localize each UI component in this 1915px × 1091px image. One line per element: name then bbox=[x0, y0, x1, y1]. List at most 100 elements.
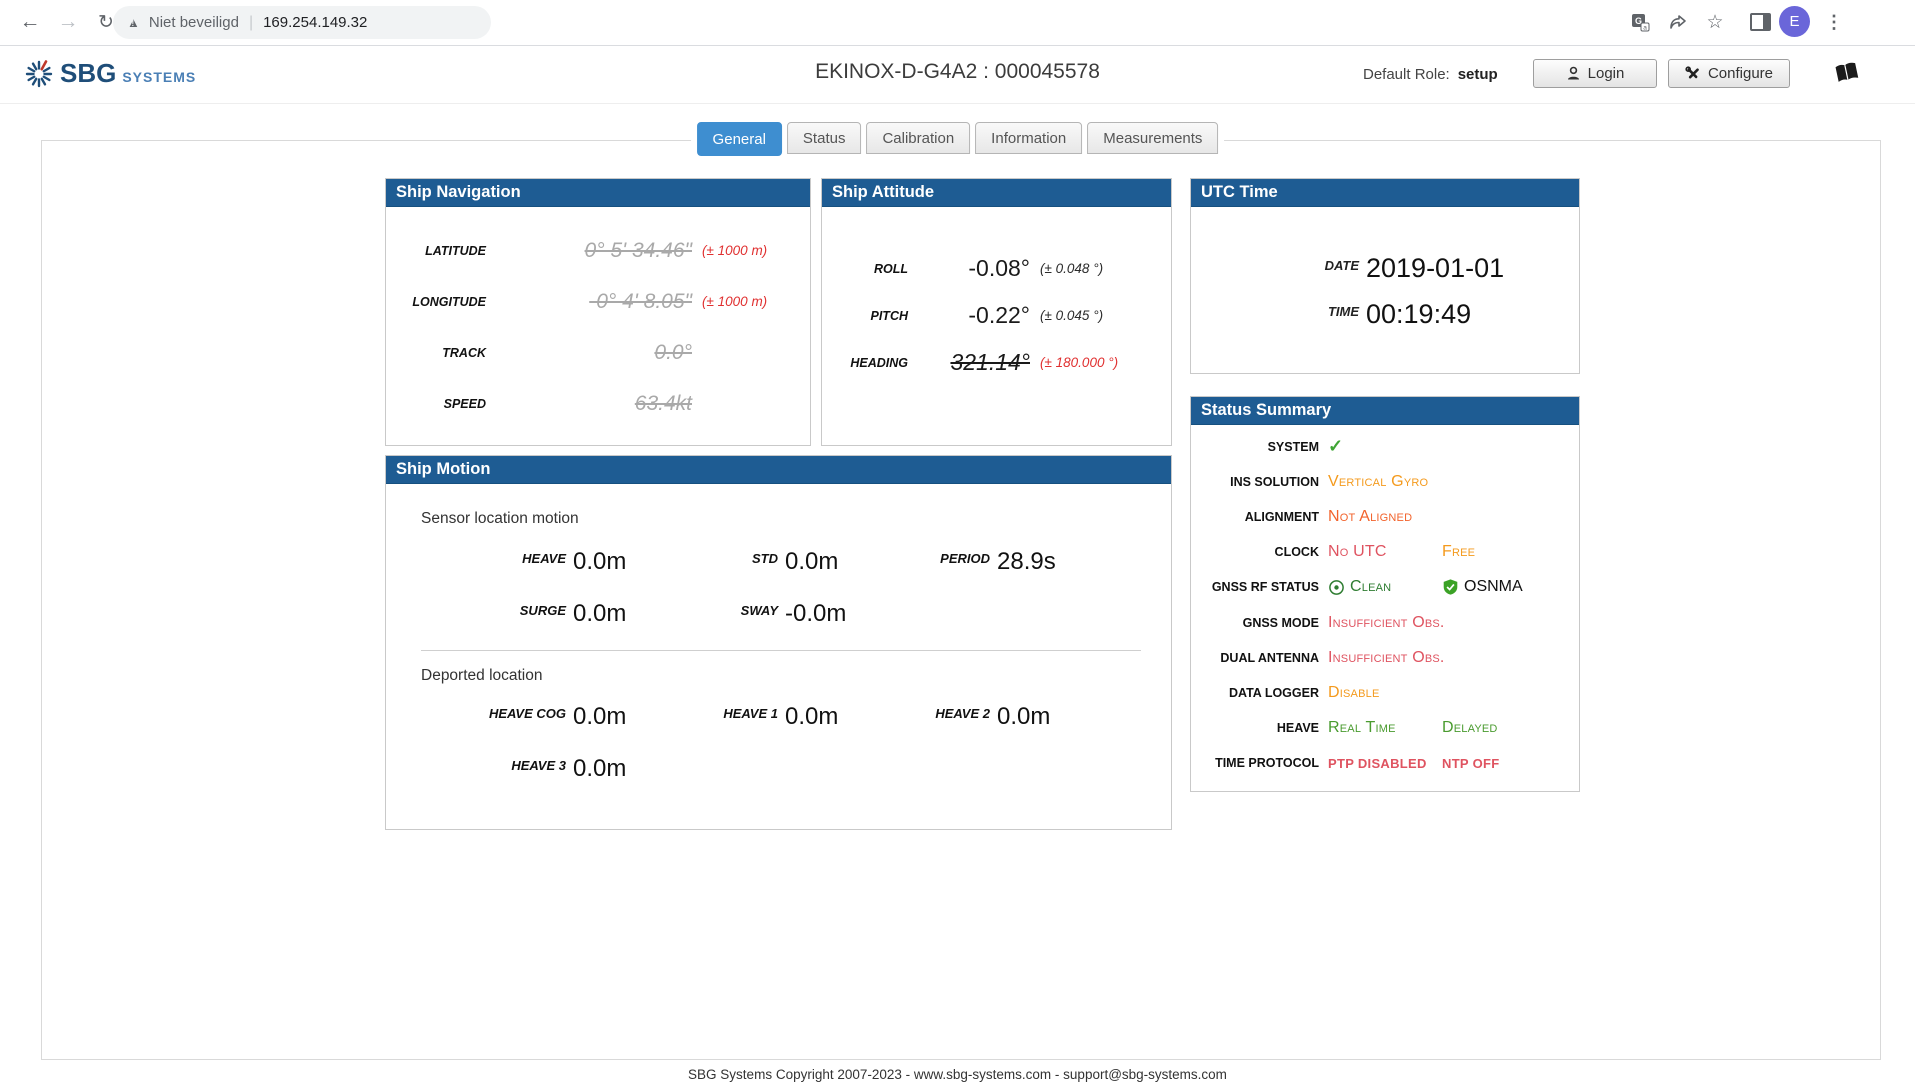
address-url: 169.254.149.32 bbox=[263, 14, 367, 31]
period-value: 28.9s bbox=[997, 548, 1056, 576]
login-button[interactable]: Login bbox=[1533, 59, 1657, 88]
dual-antenna-row: DUAL ANTENNA Insufficient Obs. bbox=[1191, 640, 1579, 675]
translate-icon[interactable]: Ga bbox=[1626, 8, 1654, 36]
clock-label: CLOCK bbox=[1191, 545, 1319, 559]
roll-label: ROLL bbox=[822, 262, 908, 276]
gnss-rf-status-label: GNSS RF STATUS bbox=[1191, 580, 1319, 594]
documentation-book-icon[interactable] bbox=[1830, 56, 1864, 90]
time-protocol-label: TIME PROTOCOL bbox=[1191, 756, 1319, 770]
ship-navigation-panel: Ship Navigation LATITUDE 0° 5' 34.46" (±… bbox=[385, 178, 811, 446]
ins-solution-row: INS SOLUTION Vertical Gyro bbox=[1191, 464, 1579, 499]
gnss-mode-row: GNSS MODE Insufficient Obs. bbox=[1191, 605, 1579, 640]
browser-menu-icon[interactable]: ⋮ bbox=[1820, 8, 1848, 36]
ins-solution-value: Vertical Gyro bbox=[1328, 473, 1428, 491]
longitude-label: LONGITUDE bbox=[386, 295, 486, 309]
date-label: DATE bbox=[1191, 258, 1359, 273]
browser-profile-avatar[interactable]: E bbox=[1779, 6, 1810, 37]
check-icon: ✓ bbox=[1328, 436, 1343, 457]
heave-cell: HEAVE 0.0m bbox=[446, 548, 658, 576]
login-button-label: Login bbox=[1588, 65, 1625, 82]
page: ← → ↻ ▲! Niet beveiligd | 169.254.149.32… bbox=[0, 0, 1915, 1091]
data-logger-value: Disable bbox=[1328, 684, 1379, 702]
gnss-mode-label: GNSS MODE bbox=[1191, 616, 1319, 630]
pitch-accuracy: (± 0.045 °) bbox=[1040, 308, 1103, 323]
speed-value: 63.4kt bbox=[486, 392, 692, 416]
speed-row: SPEED 63.4kt bbox=[386, 378, 810, 429]
heave-2-cell: HEAVE 2 0.0m bbox=[870, 703, 1082, 731]
sway-value: -0.0m bbox=[785, 600, 846, 628]
svg-text:a: a bbox=[1643, 24, 1647, 31]
deported-motion-row-2: HEAVE 3 0.0m bbox=[386, 743, 1171, 795]
back-icon[interactable]: ← bbox=[14, 6, 46, 38]
pitch-value: -0.22° bbox=[908, 302, 1030, 329]
tab-general[interactable]: General bbox=[697, 122, 782, 156]
latitude-accuracy: (± 1000 m) bbox=[702, 243, 767, 258]
forward-icon[interactable]: → bbox=[52, 6, 84, 38]
date-value: 2019-01-01 bbox=[1366, 253, 1504, 284]
heave-1-cell: HEAVE 1 0.0m bbox=[658, 703, 870, 731]
date-row: DATE 2019-01-01 bbox=[1191, 253, 1579, 299]
deported-motion-row-1: HEAVE COG 0.0m HEAVE 1 0.0m HEAVE 2 0.0m bbox=[386, 691, 1171, 743]
heave-realtime-value: Real Time bbox=[1328, 719, 1396, 737]
side-panel-icon[interactable] bbox=[1746, 8, 1774, 36]
roll-row: ROLL -0.08° (± 0.048 °) bbox=[822, 245, 1171, 292]
sway-cell: SWAY -0.0m bbox=[658, 600, 870, 628]
antenna-signal-icon bbox=[1328, 579, 1345, 596]
heave-label: HEAVE bbox=[446, 551, 566, 566]
person-icon bbox=[1566, 66, 1581, 81]
std-value: 0.0m bbox=[785, 548, 838, 576]
pitch-label: PITCH bbox=[822, 309, 908, 323]
surge-label: SURGE bbox=[446, 603, 566, 618]
system-label: SYSTEM bbox=[1191, 440, 1319, 454]
configure-button-label: Configure bbox=[1708, 65, 1773, 82]
time-label: TIME bbox=[1191, 304, 1359, 319]
status-summary-panel: Status Summary SYSTEM ✓ INS SOLUTION Ver… bbox=[1190, 396, 1580, 792]
sensor-motion-row-1: HEAVE 0.0m STD 0.0m PERIOD 28.9s bbox=[386, 536, 1171, 588]
heave-status-row: HEAVE Real Time Delayed bbox=[1191, 711, 1579, 746]
speed-label: SPEED bbox=[386, 397, 486, 411]
ntp-value: NTP OFF bbox=[1442, 756, 1499, 771]
security-label: Niet beveiligd bbox=[149, 14, 239, 31]
heave-3-value: 0.0m bbox=[573, 755, 626, 783]
longitude-value: -0° 4' 8.05" bbox=[486, 290, 692, 314]
address-bar[interactable]: ▲! Niet beveiligd | 169.254.149.32 bbox=[113, 6, 491, 39]
std-label: STD bbox=[658, 551, 778, 566]
track-row: TRACK 0.0° bbox=[386, 327, 810, 378]
clock-row: CLOCK No UTC Free bbox=[1191, 535, 1579, 570]
status-summary-title: Status Summary bbox=[1191, 397, 1579, 425]
data-logger-row: DATA LOGGER Disable bbox=[1191, 675, 1579, 710]
ptp-value: PTP DISABLED bbox=[1328, 756, 1427, 771]
ins-solution-label: INS SOLUTION bbox=[1191, 475, 1319, 489]
longitude-row: LONGITUDE -0° 4' 8.05" (± 1000 m) bbox=[386, 276, 810, 327]
tab-measurements[interactable]: Measurements bbox=[1087, 122, 1218, 154]
heave-3-cell: HEAVE 3 0.0m bbox=[446, 755, 658, 783]
utc-time-panel: UTC Time DATE 2019-01-01 TIME 00:19:49 bbox=[1190, 178, 1580, 374]
std-cell: STD 0.0m bbox=[658, 548, 870, 576]
ship-motion-title: Ship Motion bbox=[386, 456, 1171, 484]
tab-status[interactable]: Status bbox=[787, 122, 862, 154]
sensor-location-section-title: Sensor location motion bbox=[386, 484, 1171, 528]
heave-cog-cell: HEAVE COG 0.0m bbox=[446, 703, 658, 731]
data-logger-label: DATA LOGGER bbox=[1191, 686, 1319, 700]
alignment-value: Not Aligned bbox=[1328, 508, 1412, 526]
heave-1-value: 0.0m bbox=[785, 703, 838, 731]
time-row: TIME 00:19:49 bbox=[1191, 299, 1579, 345]
ship-attitude-title: Ship Attitude bbox=[822, 179, 1171, 207]
gnss-mode-value: Insufficient Obs. bbox=[1328, 614, 1445, 632]
heave-cog-value: 0.0m bbox=[573, 703, 626, 731]
dual-antenna-value: Insufficient Obs. bbox=[1328, 649, 1445, 667]
time-value: 00:19:49 bbox=[1366, 299, 1471, 330]
latitude-label: LATITUDE bbox=[386, 244, 486, 258]
tab-information[interactable]: Information bbox=[975, 122, 1082, 154]
shield-check-icon bbox=[1442, 578, 1459, 596]
tab-calibration[interactable]: Calibration bbox=[866, 122, 970, 154]
track-label: TRACK bbox=[386, 346, 486, 360]
gnss-rf-status-row: GNSS RF STATUS Clean OSNMA bbox=[1191, 570, 1579, 605]
bookmark-star-icon[interactable]: ☆ bbox=[1701, 8, 1729, 36]
sway-label: SWAY bbox=[658, 603, 778, 618]
configure-button[interactable]: Configure bbox=[1668, 59, 1790, 88]
osnma-value: OSNMA bbox=[1464, 578, 1523, 596]
heave-value: 0.0m bbox=[573, 548, 626, 576]
share-icon[interactable] bbox=[1664, 8, 1692, 36]
not-secure-warning-icon[interactable]: ▲! bbox=[127, 16, 140, 29]
